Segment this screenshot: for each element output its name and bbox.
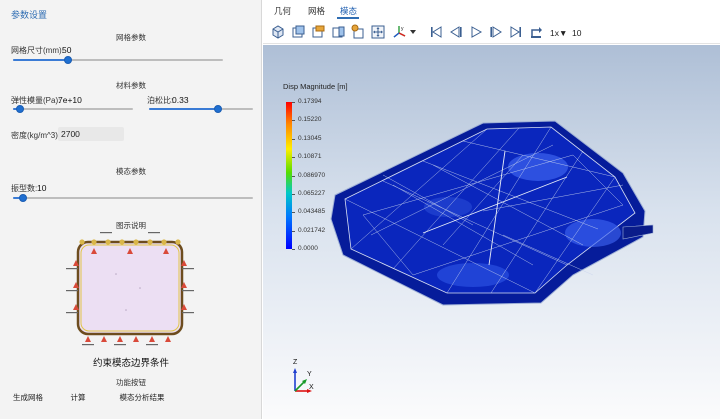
- mode-shape-model[interactable]: [323, 115, 668, 315]
- color-scale-tick-mark: [292, 138, 295, 140]
- axis-label-x: X: [309, 384, 314, 391]
- color-scale-tick-label: 0.086970: [298, 171, 326, 179]
- play-icon[interactable]: [468, 24, 484, 40]
- color-scale-tick-label: 0.17394: [298, 98, 322, 105]
- color-scale-tick-label: 0.021742: [298, 226, 326, 234]
- color-scale-tick-label: 0.13045: [298, 134, 322, 142]
- modal-section-title: 模态参数: [116, 167, 146, 176]
- next-frame-icon[interactable]: [488, 24, 504, 40]
- side-view-icon[interactable]: [330, 24, 346, 40]
- density-input[interactable]: 2700: [58, 127, 124, 141]
- color-scale-tick-mark: [292, 230, 295, 232]
- chevron-down-icon[interactable]: [408, 24, 418, 40]
- color-scale-tick-mark: [292, 175, 295, 177]
- tab-geometry[interactable]: 几何: [274, 5, 291, 17]
- mode-count-slider[interactable]: [13, 193, 253, 203]
- compute-button[interactable]: 计算: [62, 392, 94, 403]
- iso-view-icon[interactable]: [350, 24, 366, 40]
- color-scale-tick-label: 0.0000: [298, 245, 318, 252]
- prev-frame-icon[interactable]: [448, 24, 464, 40]
- playback-speed-dropdown[interactable]: 1x▼: [550, 28, 567, 38]
- mode-count-value: 10: [37, 183, 47, 193]
- tab-mesh[interactable]: 网格: [308, 5, 325, 17]
- poisson-slider-handle[interactable]: [213, 105, 222, 113]
- active-tab-indicator: [337, 17, 359, 19]
- cube-view-icon[interactable]: [270, 24, 286, 40]
- first-frame-icon[interactable]: [428, 24, 444, 40]
- color-scale-tick-mark: [292, 193, 295, 195]
- color-scale-tick-label: 0.10871: [298, 153, 322, 161]
- color-scale-tick-label: 0.043485: [298, 208, 326, 216]
- last-frame-icon[interactable]: [508, 24, 524, 40]
- mesh-section-title: 网格参数: [116, 33, 146, 42]
- poisson-slider[interactable]: [149, 104, 253, 114]
- viewer-area: 几何 网格 模态 y 1x▼ 10 Disp Magnitude [m] 0.1…: [263, 0, 720, 419]
- parameter-panel: 参数设置 网格参数 网格尺寸(mm): 50 材料参数 弹性模量(Pa): 7e…: [0, 0, 262, 419]
- panel-title: 参数设置: [11, 10, 48, 20]
- axis-label-z: Z: [293, 359, 298, 366]
- color-scale-tick-label: 0.15220: [298, 116, 322, 124]
- view-tabs: 几何 网格 模态: [263, 0, 720, 19]
- 3d-viewport[interactable]: Disp Magnitude [m] 0.17394 0.15220 0.13045…: [263, 45, 720, 419]
- mode-count-slider-handle[interactable]: [18, 194, 27, 202]
- tab-modal[interactable]: 模态: [340, 5, 357, 17]
- color-scale-tick-mark: [292, 102, 295, 103]
- modulus-slider-handle[interactable]: [16, 105, 25, 113]
- color-scale-tick-mark: [292, 120, 295, 122]
- modal-results-button[interactable]: 模态分析结果: [110, 392, 174, 403]
- front-view-icon[interactable]: [290, 24, 306, 40]
- mesh-size-slider[interactable]: [13, 55, 223, 65]
- boundary-condition-figure: [66, 232, 194, 346]
- app-window: 参数设置 网格参数 网格尺寸(mm): 50 材料参数 弹性模量(Pa): 7e…: [0, 0, 720, 419]
- svg-text:y: y: [401, 26, 404, 32]
- orientation-axes-icon: [293, 368, 312, 393]
- material-section-title: 材料参数: [116, 81, 146, 90]
- legend-title: Disp Magnitude [m]: [283, 82, 348, 91]
- view-toolbar: y 1x▼ 10: [263, 20, 720, 44]
- density-label: 密度(kg/m^3):: [11, 131, 61, 140]
- axes-icon[interactable]: y: [392, 24, 408, 40]
- color-scale-tick-mark: [292, 212, 295, 214]
- generate-mesh-button[interactable]: 生成网格: [8, 392, 48, 403]
- modulus-slider[interactable]: [13, 104, 133, 114]
- color-scale-tick-mark: [292, 249, 295, 250]
- mesh-size-slider-handle[interactable]: [63, 56, 72, 64]
- color-scale-tick-label: 0.065227: [298, 189, 326, 197]
- buttons-section-title: 功能按钮: [116, 378, 146, 387]
- axis-label-y: Y: [307, 371, 312, 378]
- frame-count[interactable]: 10: [572, 28, 581, 38]
- loop-icon[interactable]: [529, 24, 545, 40]
- top-view-icon[interactable]: [310, 24, 326, 40]
- figure-caption: 约束模态边界条件: [92, 358, 169, 369]
- mesh-size-value: 50: [62, 45, 72, 55]
- color-scale-tick-mark: [292, 157, 295, 159]
- fit-view-icon[interactable]: [370, 24, 386, 40]
